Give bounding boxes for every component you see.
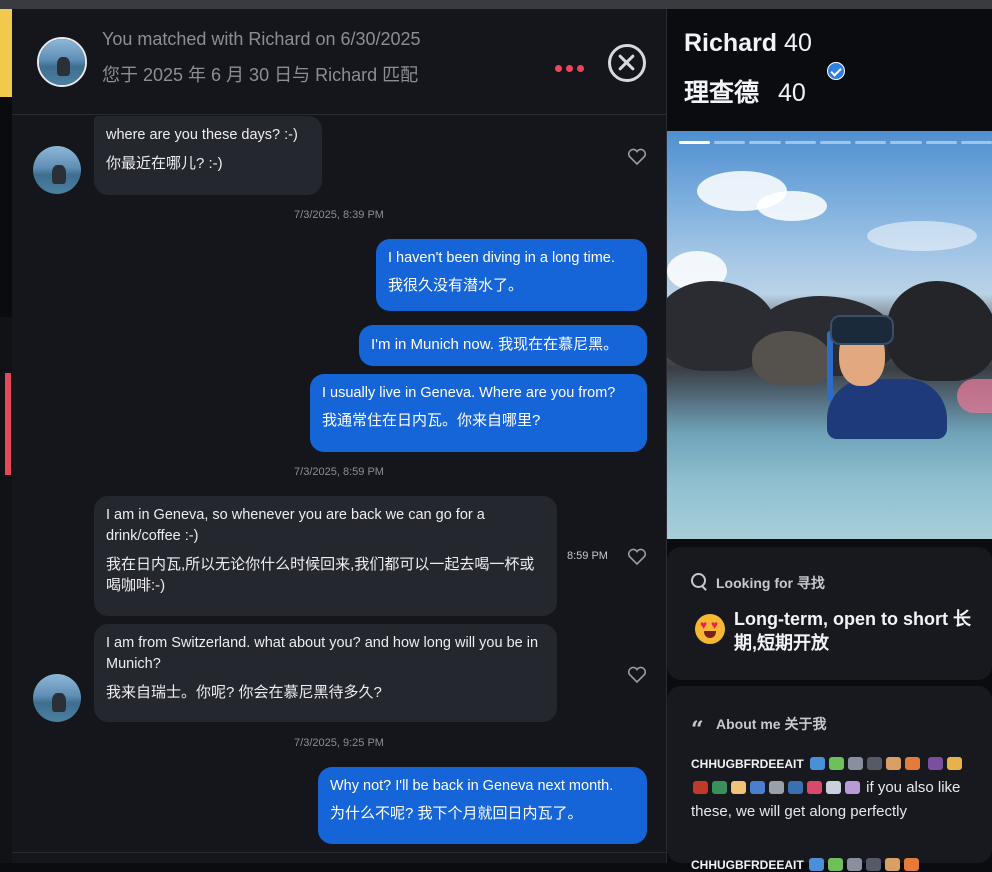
heart-eyes-emoji-icon: [695, 614, 725, 644]
profile-age-zh: 40: [777, 79, 806, 107]
looking-for-label: Looking for 寻找: [716, 575, 825, 591]
match-date-zh: 您于 2025 年 6 月 30 日与 Richard 匹配: [102, 65, 419, 85]
profile-panel: Richard 40 理查德 40 Looking for 寻找 Long-te…: [667, 9, 992, 872]
match-date-en: You matched with Richard on 6/30/2025: [102, 29, 421, 49]
close-chat-button[interactable]: [608, 44, 646, 82]
incoming-message: I am in Geneva, so whenever you are back…: [94, 496, 557, 616]
message-timestamp: 7/3/2025, 8:39 PM: [294, 209, 384, 221]
message-text-zh: 为什么不呢? 我下个月就回日内瓦了。: [330, 805, 583, 822]
message-text-en: I haven't been diving in a long time.: [388, 250, 615, 266]
profile-name: Richard: [684, 29, 778, 57]
chat-panel: You matched with Richard on 6/30/2025 您于…: [12, 9, 667, 863]
country-codes: CHHUGBFRDEEAIT: [691, 757, 804, 771]
message-text: I'm in Munich now. 我现在在慕尼黑。: [371, 336, 619, 353]
about-me-card: “ About me 关于我 CHHUGBFRDEEAIT if you als…: [667, 686, 992, 872]
message-text-zh: 我在日内瓦,所以无论你什么时候回来,我们都可以一起去喝一杯或喝咖啡:-): [106, 556, 535, 594]
profile-age: 40: [784, 29, 812, 57]
message-text-en: where are you these days? :-): [106, 127, 298, 143]
looking-for-card: Looking for 寻找 Long-term, open to short …: [667, 547, 992, 680]
sender-avatar[interactable]: [33, 146, 81, 194]
message-text-en: Why not? I'll be back in Geneva next mon…: [330, 778, 614, 794]
about-me-label: About me 关于我: [716, 716, 827, 732]
message-timestamp: 7/3/2025, 9:25 PM: [294, 737, 384, 749]
incoming-message: where are you these days? :-) 你最近在哪儿? :-…: [94, 116, 322, 195]
chat-header: You matched with Richard on 6/30/2025 您于…: [12, 9, 666, 115]
window-top-strip: [0, 0, 992, 9]
message-text-en: I am in Geneva, so whenever you are back…: [106, 507, 485, 544]
verified-badge-icon: [827, 62, 845, 80]
incoming-message: I am from Switzerland. what about you? a…: [94, 624, 557, 722]
like-heart-icon[interactable]: [627, 148, 647, 166]
message-text-zh: 我很久没有潜水了。: [388, 277, 524, 294]
message-text-en: I usually live in Geneva. Where are you …: [322, 385, 616, 401]
outgoing-message: I usually live in Geneva. Where are you …: [310, 374, 647, 452]
message-text-zh: 我通常住在日内瓦。你来自哪里?: [322, 412, 541, 429]
selected-match-indicator: [0, 9, 12, 97]
photo-sticker: [957, 379, 992, 413]
composer-divider: [12, 852, 666, 853]
profile-name-zh: 理查德: [684, 79, 760, 107]
message-timestamp: 7/3/2025, 8:59 PM: [294, 466, 384, 478]
about-me-text-repeat: CHHUGBFRDEEAIT: [691, 858, 981, 872]
match-list-area: [0, 97, 12, 317]
sender-avatar[interactable]: [33, 674, 81, 722]
country-codes: CHHUGBFRDEEAIT: [691, 858, 804, 872]
outgoing-message: Why not? I'll be back in Geneva next mon…: [318, 767, 647, 844]
unread-indicator: [5, 373, 11, 475]
profile-name-zh-line: 理查德 40: [684, 73, 806, 109]
more-options-icon[interactable]: [555, 61, 591, 75]
search-icon: [691, 573, 706, 588]
like-heart-icon[interactable]: [627, 666, 647, 684]
message-text-zh: 我来自瑞士。你呢? 你会在慕尼黑待多久?: [106, 684, 382, 701]
photo-progress-bar: [679, 141, 992, 145]
match-avatar[interactable]: [37, 37, 87, 87]
message-text-en: I am from Switzerland. what about you? a…: [106, 635, 539, 672]
profile-photo[interactable]: [667, 131, 992, 539]
outgoing-message: I'm in Munich now. 我现在在慕尼黑。: [359, 325, 647, 366]
outgoing-message: I haven't been diving in a long time. 我很…: [376, 239, 647, 311]
message-text-zh: 你最近在哪儿? :-): [106, 155, 223, 172]
profile-name-line: Richard 40: [684, 29, 812, 58]
match-list-strip: [0, 9, 12, 863]
message-sent-time: 8:59 PM: [567, 550, 608, 562]
looking-for-value: Long-term, open to short 长期,短期开放: [734, 609, 971, 653]
about-me-text: CHHUGBFRDEEAIT if you also like these, w…: [691, 752, 976, 824]
quote-icon: “: [691, 717, 704, 743]
like-heart-icon[interactable]: [627, 548, 647, 566]
